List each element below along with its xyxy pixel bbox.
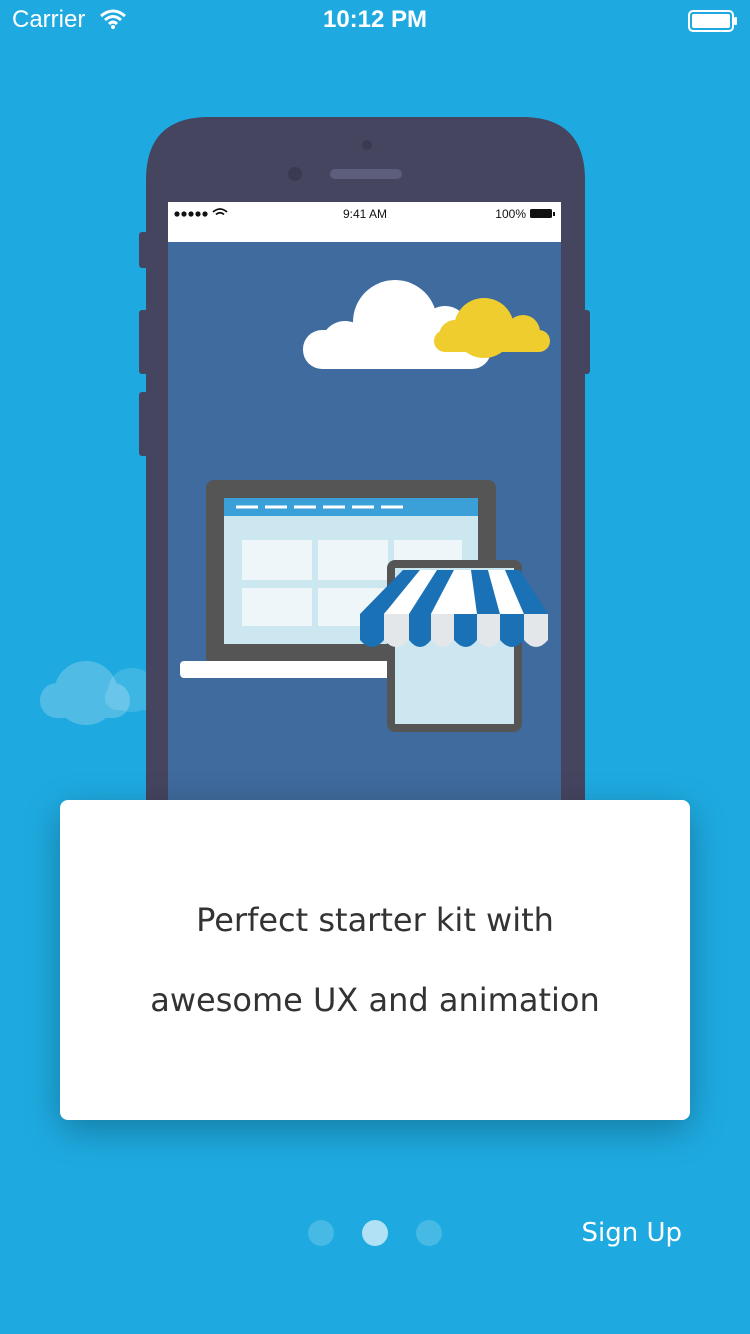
page-dot-1[interactable] xyxy=(308,1220,334,1246)
mock-time: 9:41 AM xyxy=(343,207,387,221)
onboarding-card: Perfect starter kit with awesome UX and … xyxy=(60,800,690,1120)
card-text-line-2: awesome UX and animation xyxy=(150,981,600,1019)
mock-battery-icon xyxy=(530,209,555,218)
page-dot-3[interactable] xyxy=(416,1220,442,1246)
storefront-illustration xyxy=(360,560,548,732)
card-text-line-1: Perfect starter kit with xyxy=(196,901,554,939)
onboarding-illustration: 9:41 AM 100% xyxy=(40,117,590,800)
sign-up-button[interactable]: Sign Up xyxy=(581,1218,682,1248)
mock-battery-label: 100% xyxy=(495,207,526,221)
page-indicator xyxy=(306,1220,446,1248)
page-dot-2-active[interactable] xyxy=(362,1220,388,1246)
